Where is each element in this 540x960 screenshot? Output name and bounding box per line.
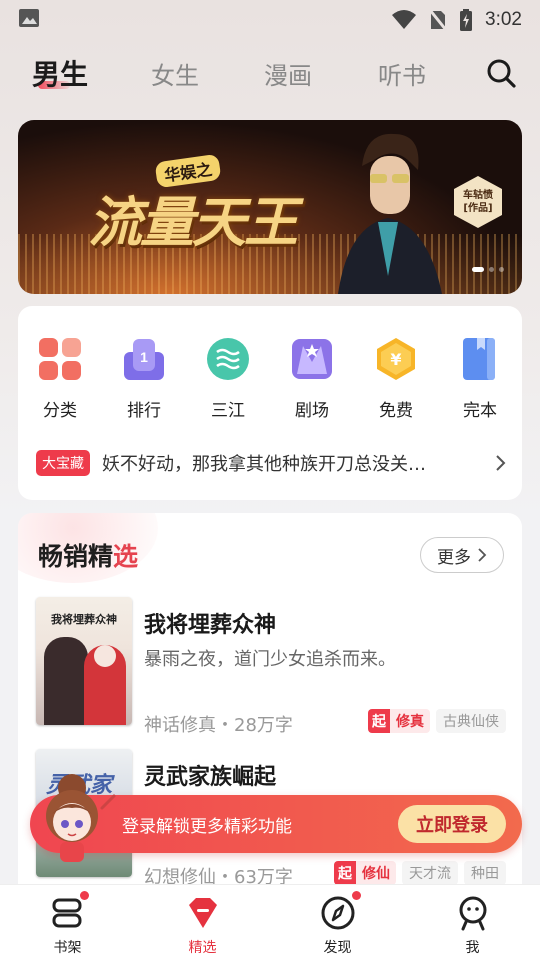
tab-comics[interactable]: 漫画: [264, 56, 312, 91]
category-item-ranking[interactable]: 1 排行: [102, 336, 186, 421]
featured-gem-icon: [188, 898, 217, 928]
book-meta: 神话修真・28万字: [144, 715, 293, 736]
genre-tag-label: 修仙: [356, 861, 396, 885]
genre-tag: 起 修真: [368, 709, 430, 733]
cover-title: 我将埋葬众神: [51, 613, 117, 626]
book-title: 灵武家族崛起: [144, 765, 277, 790]
more-button[interactable]: 更多: [420, 537, 504, 573]
book-title: 我将埋葬众神: [144, 613, 277, 638]
category-label: 完本: [463, 401, 497, 421]
more-label: 更多: [437, 547, 471, 568]
compass-icon: [321, 896, 354, 930]
book-item[interactable]: 我将埋葬众神 我将埋葬众神 暴雨之夜，道门少女追杀而来。 神话修真・28万字 起…: [36, 597, 506, 736]
cover-figure-face: [94, 645, 116, 667]
section-title: 畅销精选: [38, 537, 138, 573]
category-item-free[interactable]: ¥ 免费: [354, 336, 438, 421]
book-description: 暴雨之夜，道门少女追杀而来。: [144, 649, 396, 670]
nav-label: 精选: [188, 940, 217, 956]
qidian-tag-prefix: 起: [368, 709, 390, 733]
sanjiang-icon: [207, 338, 249, 380]
banner-character-illustration: [338, 133, 442, 294]
category-label: 剧场: [295, 401, 329, 421]
profile-icon: [459, 896, 486, 931]
subgenre-tag: 古典仙侠: [436, 709, 506, 733]
grid-icon: [39, 338, 81, 380]
subgenre-tag: 天才流: [402, 861, 458, 885]
nav-me[interactable]: 我: [405, 885, 540, 960]
author-badge: 车轱愤 [作品]: [454, 176, 502, 228]
treasure-badge: 大宝藏: [36, 450, 90, 476]
free-icon: ¥: [377, 338, 415, 380]
notification-dot: [80, 891, 89, 900]
tab-male[interactable]: 男生: [32, 53, 88, 93]
nav-discover[interactable]: 发现: [270, 885, 405, 960]
promo-banner[interactable]: 华娱之 流量天王 车轱愤 [作品]: [18, 120, 522, 294]
genre-tag: 起 修仙: [334, 861, 396, 885]
genre-tag-label: 修真: [390, 709, 430, 733]
nav-label: 书架: [53, 940, 82, 956]
category-label: 免费: [379, 401, 413, 421]
no-sim-icon: [429, 9, 448, 31]
bottom-navigation: 书架 精选 发现 我: [0, 884, 540, 960]
category-item-theater[interactable]: 剧场: [270, 336, 354, 421]
qidian-tag-prefix: 起: [334, 861, 356, 885]
category-row: 分类 1 排行 三江 剧场 ¥ 免费 完本: [18, 336, 522, 421]
wifi-icon: [392, 10, 417, 29]
book-tags: 起 修真 古典仙侠: [368, 709, 506, 733]
section-title-accent: 选: [113, 542, 139, 571]
chevron-right-icon: [478, 548, 487, 562]
ranking-icon: 1: [124, 339, 164, 380]
cover-figure: [44, 637, 88, 725]
status-bar: 3:02: [0, 0, 540, 40]
svg-text:1: 1: [140, 349, 148, 365]
top-channel-tabs: 男生 女生 漫画 听书: [0, 48, 540, 98]
category-label: 排行: [127, 401, 161, 421]
banner-dot: [489, 267, 494, 272]
subgenre-tag: 种田: [464, 861, 506, 885]
banner-dot-active: [472, 267, 484, 272]
theater-icon: [292, 339, 332, 379]
treasure-text: 妖不好动，那我拿其他种族开刀总没关…: [102, 454, 426, 475]
category-label: 三江: [211, 401, 245, 421]
author-badge-name: 车轱愤: [463, 190, 493, 201]
status-time: 3:02: [485, 9, 522, 30]
notification-dot: [352, 891, 361, 900]
chevron-right-icon: [496, 455, 506, 471]
section-title-main: 畅销精: [38, 542, 114, 571]
category-card: 分类 1 排行 三江 剧场 ¥ 免费 完本 大宝藏 妖不好动，那我拿其他种族开刀…: [18, 306, 522, 500]
book-tags: 起 修仙 天才流 种田: [334, 861, 506, 885]
login-prompt-text: 登录解锁更多精彩功能: [122, 817, 292, 837]
nav-bookshelf[interactable]: 书架: [0, 885, 135, 960]
svg-text:¥: ¥: [390, 350, 401, 369]
nav-label: 我: [465, 940, 480, 956]
mascot-avatar: [46, 774, 116, 862]
category-item-complete[interactable]: 完本: [438, 336, 522, 421]
banner-title: 流量天王: [88, 190, 298, 254]
banner-pagination: [472, 267, 504, 272]
book-cover[interactable]: 我将埋葬众神: [36, 597, 132, 725]
category-item-classify[interactable]: 分类: [18, 336, 102, 421]
book-complete-icon: [463, 338, 495, 380]
bookshelf-icon: [52, 898, 81, 928]
tab-audiobooks[interactable]: 听书: [378, 56, 426, 91]
author-badge-caption: [作品]: [463, 203, 493, 214]
nav-featured[interactable]: 精选: [135, 885, 270, 960]
treasure-recommendation[interactable]: 大宝藏 妖不好动，那我拿其他种族开刀总没关…: [36, 450, 506, 476]
gallery-notification-icon: [19, 9, 39, 27]
battery-charging-icon: [460, 9, 473, 31]
banner-dot: [499, 267, 504, 272]
search-icon[interactable]: [484, 56, 518, 90]
login-button[interactable]: 立即登录: [398, 805, 506, 843]
tab-female[interactable]: 女生: [151, 56, 199, 91]
nav-label: 发现: [323, 940, 352, 956]
category-item-sanjiang[interactable]: 三江: [186, 336, 270, 421]
category-label: 分类: [43, 401, 77, 421]
